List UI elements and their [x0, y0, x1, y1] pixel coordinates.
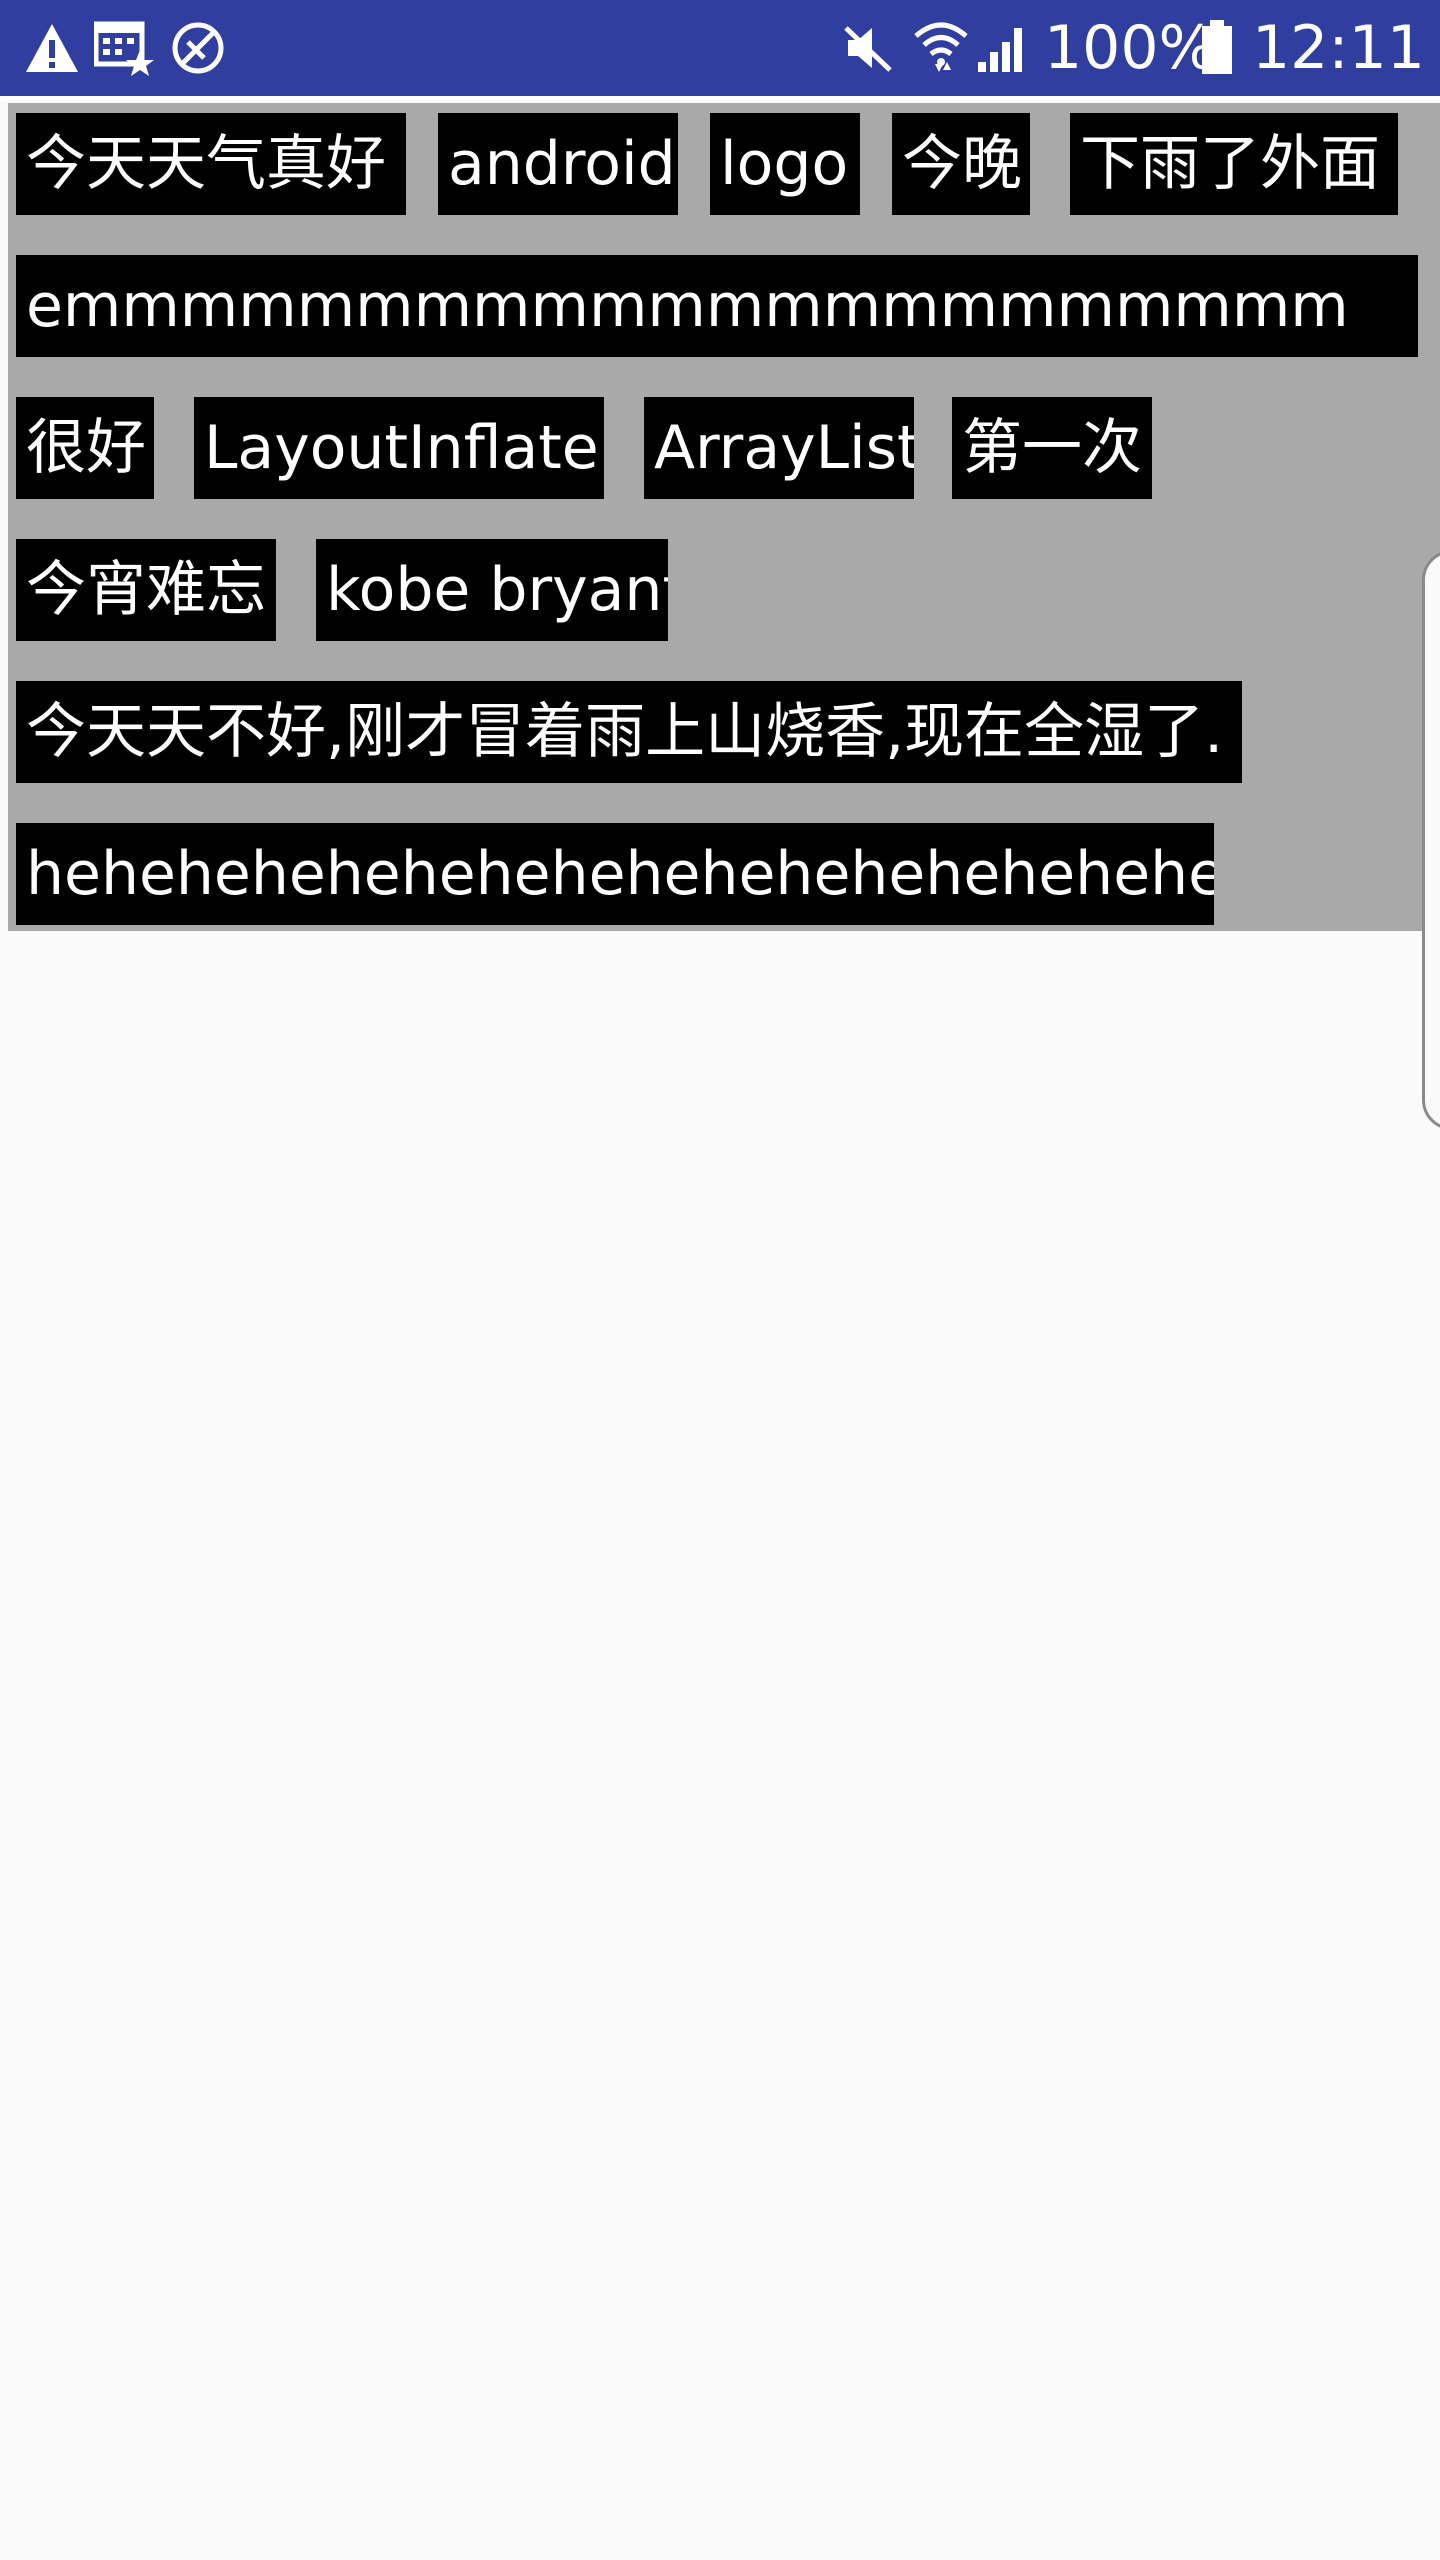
calendar-star-icon [94, 21, 154, 76]
tag-flow-layout: 今天天气真好 android logo 今晚 下雨了外面 emmmmmmmmmm… [8, 103, 1440, 931]
tag-item[interactable]: logo [710, 113, 860, 215]
battery-percent: 100% [1044, 13, 1216, 83]
blocked-icon [172, 22, 224, 74]
tag-item[interactable]: kobe bryant [316, 539, 668, 641]
tag-item[interactable]: android [438, 113, 678, 215]
tag-item[interactable]: 很好 [16, 397, 154, 499]
tag-item[interactable]: 今天天气真好 [16, 113, 406, 215]
battery-icon [1202, 20, 1232, 74]
tag-item[interactable]: 今天天不好,刚才冒着雨上山烧香,现在全湿了. [16, 681, 1242, 783]
status-divider [0, 96, 1440, 101]
tag-item[interactable]: LayoutInflater [194, 397, 604, 499]
tag-item[interactable]: 下雨了外面 [1070, 113, 1398, 215]
tag-item[interactable]: 今晚 [892, 113, 1030, 215]
warning-icon [26, 24, 78, 72]
status-bar: 100% 12:11 [0, 0, 1440, 96]
tag-item[interactable]: 第一次 [952, 397, 1152, 499]
tag-item[interactable]: 今宵难忘 [16, 539, 276, 641]
tag-item[interactable]: emmmmmmmmmmmmmmmmmmmmmm [16, 255, 1418, 357]
tag-item[interactable]: hehehehehehehehehehehehehehehehehe [16, 823, 1214, 925]
wifi-icon [914, 22, 968, 72]
signal-icon [978, 28, 1022, 72]
clock: 12:11 [1252, 13, 1425, 83]
mute-icon [844, 26, 892, 72]
edge-panel-handle[interactable] [1422, 550, 1440, 1130]
tag-item[interactable]: ArrayList [644, 397, 914, 499]
